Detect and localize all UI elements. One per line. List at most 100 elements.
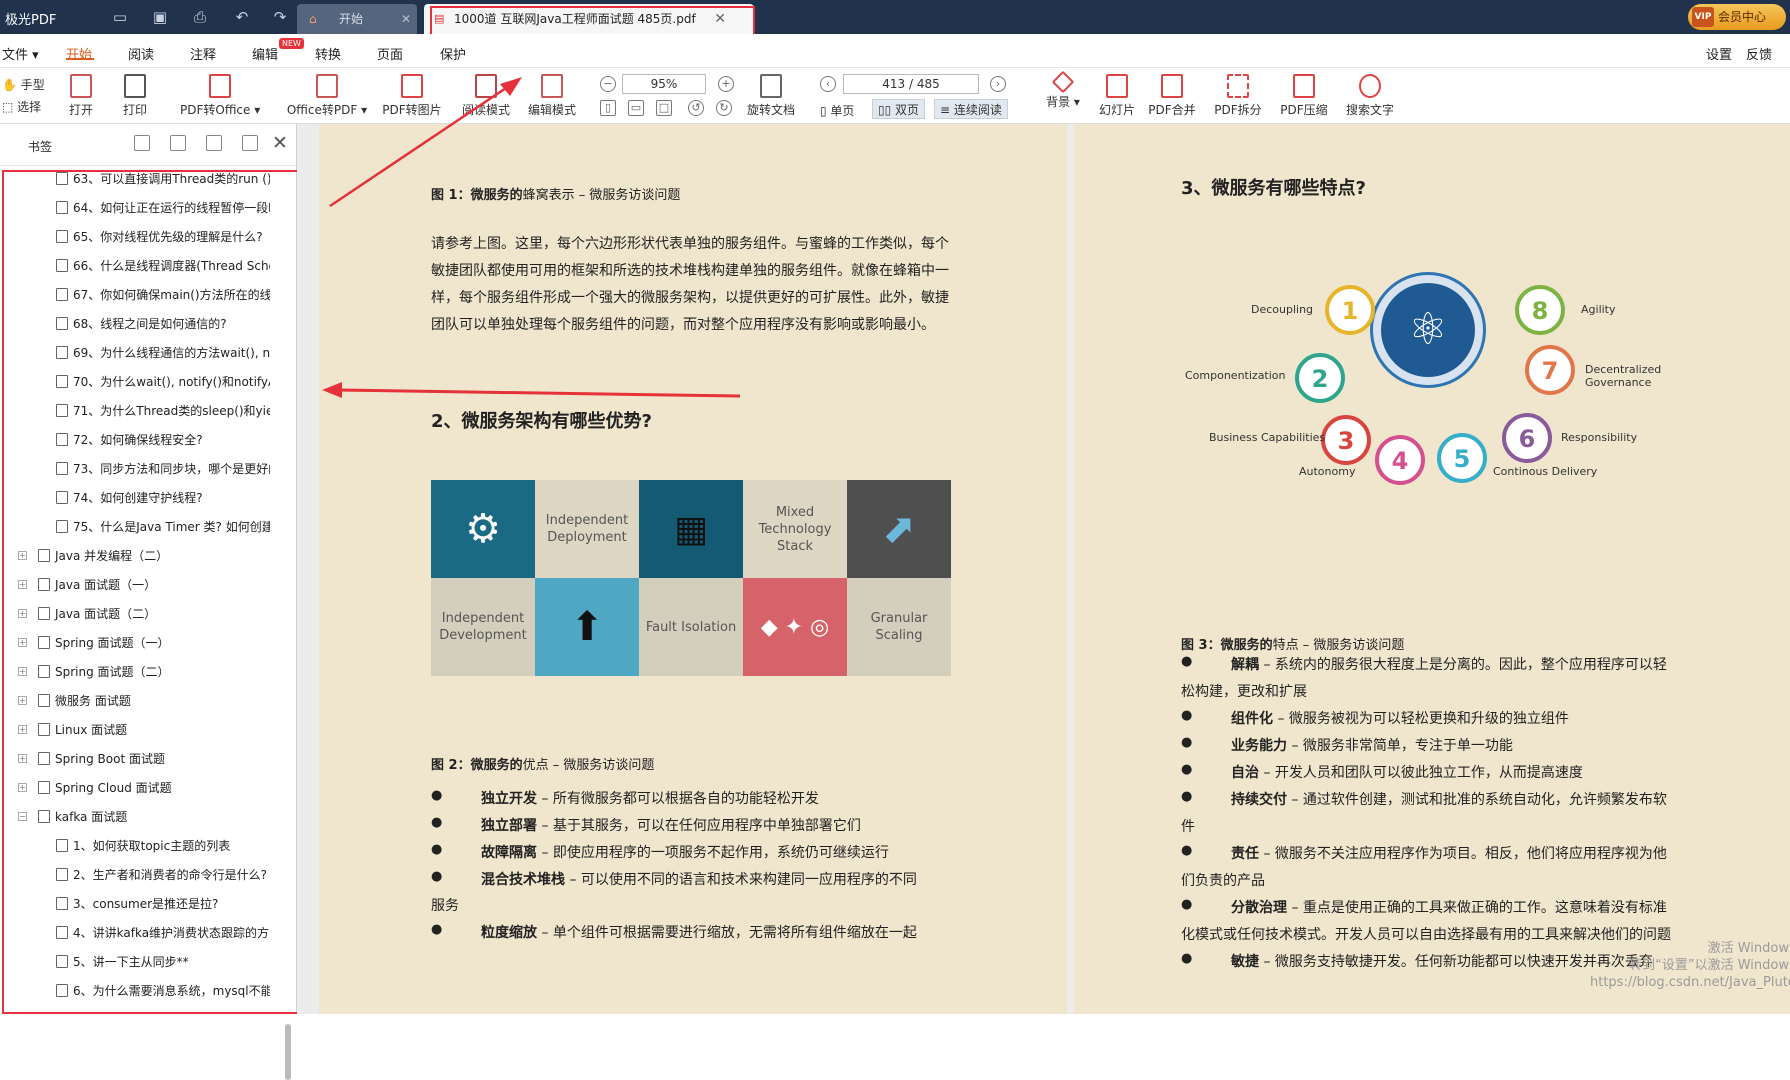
home-icon: ⌂ xyxy=(309,12,317,26)
fig2-caption-text: 优点 – 微服务访谈问题 xyxy=(522,758,655,773)
pdf-merge-label: PDF合并 xyxy=(1148,103,1196,117)
hand-tool-label: 手型 xyxy=(20,78,45,92)
vip-center-button[interactable]: VIP 会员中心 xyxy=(1688,4,1786,30)
rotate-document-label: 旋转文档 xyxy=(746,103,795,117)
watermark-line-3: https://blog.csdn.net/Java_Pluto xyxy=(1590,975,1790,990)
fig1-caption-bold: 图 1：微服务的 xyxy=(431,188,523,203)
tab-home[interactable]: ⌂ 开始 ✕ xyxy=(297,4,417,34)
pdf-compress-button[interactable]: PDF压缩 xyxy=(1276,74,1332,118)
section-heading-characteristics: 3、微服务有哪些特点? xyxy=(1181,178,1366,199)
tile-icon-grid: ▦ xyxy=(639,480,743,578)
menu-item-protect[interactable]: 保护 xyxy=(440,44,466,63)
characteristic-term: 组件化 xyxy=(1231,711,1273,727)
slides-label: 幻灯片 xyxy=(1098,103,1135,117)
single-page-button[interactable]: ▯ 单页 xyxy=(820,102,854,119)
background-button[interactable]: 背景 ▾ xyxy=(1042,70,1084,110)
fig3-caption-bold: 图 3：微服务的 xyxy=(1181,638,1273,653)
menu-feedback[interactable]: 反馈 xyxy=(1746,44,1772,63)
read-mode-button[interactable]: 阅读模式 xyxy=(458,74,514,118)
pdf-to-image-icon xyxy=(401,74,423,98)
menu-item-edit[interactable]: 编辑 xyxy=(252,44,278,63)
actual-size-icon[interactable]: □ xyxy=(656,100,672,116)
characteristic-desc: – 微服务不关注应用程序作为项目。相反，他们将应用程序视为他 xyxy=(1259,846,1667,862)
upload-icon: ⬆ xyxy=(570,603,604,650)
zoom-field[interactable]: 95% xyxy=(622,74,706,94)
rotate-document-icon xyxy=(760,74,782,98)
slides-button[interactable]: 幻灯片 xyxy=(1096,74,1138,118)
bookmark-scrollbar[interactable] xyxy=(285,1024,291,1080)
print-icon[interactable]: ⎙ xyxy=(190,7,210,27)
redo-icon[interactable]: ↷ xyxy=(270,7,290,27)
pdf-to-image-button[interactable]: PDF转图片 xyxy=(382,74,442,118)
characteristic-item: ● 组件化 – 微服务被视为可以轻松更换和升级的独立组件 xyxy=(1181,708,1569,728)
bookmark-panel-title: 书签 xyxy=(28,140,53,154)
menu-item-page[interactable]: 页面 xyxy=(377,44,403,63)
save-icon[interactable]: ▣ xyxy=(150,7,170,27)
characteristic-item: ● 分散治理 – 重点是使用正确的工具来做正确的工作。这意味着没有标准 xyxy=(1181,897,1667,917)
pdf-split-button[interactable]: PDF拆分 xyxy=(1210,74,1266,118)
continuous-read-button[interactable]: ≡ 连续阅读 xyxy=(934,99,1008,119)
add-bookmark-icon[interactable] xyxy=(206,135,222,151)
collapse-all-icon[interactable] xyxy=(170,135,186,151)
rotate-right-icon[interactable]: ↻ xyxy=(716,100,732,116)
menu-bar: 文件 ▾ 开始 阅读 注释 编辑 NEW 转换 页面 保护 设置 反馈 xyxy=(0,34,1790,68)
microservices-hub-icon: ⚛ xyxy=(1373,275,1483,385)
delete-bookmark-icon[interactable] xyxy=(242,135,258,151)
close-tab-icon[interactable]: ✕ xyxy=(401,4,411,34)
menu-item-read[interactable]: 阅读 xyxy=(128,44,154,63)
expand-all-icon[interactable] xyxy=(134,135,150,151)
read-mode-icon xyxy=(475,74,497,98)
fig1-paragraph: 请参考上图。这里，每个六边形形状代表单独的服务组件。与蜜蜂的工作类似，每个敏捷团… xyxy=(431,236,949,333)
pdf-merge-button[interactable]: PDF合并 xyxy=(1144,74,1200,118)
zoom-in-icon[interactable]: + xyxy=(718,76,734,92)
pdf-merge-icon xyxy=(1161,74,1183,98)
next-page-icon[interactable]: › xyxy=(990,76,1006,92)
fig2-caption: 图 2：微服务的优点 – 微服务访谈问题 xyxy=(431,754,654,773)
bullet-dot: ● xyxy=(431,869,443,884)
toolbar: ✋ 手型 ⬚ 选择 打开 打印 PDF转Office ▾ Office转PDF … xyxy=(0,68,1790,124)
read-mode-label: 阅读模式 xyxy=(461,103,510,117)
open-button[interactable]: 打开 xyxy=(66,74,96,118)
double-page-button[interactable]: ▯▯ 双页 xyxy=(872,99,926,119)
prev-page-icon[interactable]: ‹ xyxy=(820,76,836,92)
office-to-pdf-icon xyxy=(316,74,338,98)
search-text-button[interactable]: 搜索文字 xyxy=(1342,74,1398,118)
feature-number: 1 xyxy=(1325,285,1375,335)
advantage-term: 独立部署 xyxy=(481,818,537,834)
pdf-to-office-button[interactable]: PDF转Office ▾ xyxy=(180,74,260,118)
hand-tool[interactable]: ✋ 手型 xyxy=(2,76,45,93)
page-number-field[interactable]: 413 / 485 xyxy=(843,74,979,94)
menu-item-annotate[interactable]: 注释 xyxy=(190,44,216,63)
feature-label: Decentralized Governance xyxy=(1585,363,1662,389)
bullet-dot: ● xyxy=(1181,708,1193,723)
annotation-box-sidebar xyxy=(2,170,299,1014)
edit-mode-button[interactable]: 编辑模式 xyxy=(524,74,580,118)
tile-icon-upload: ⬆ xyxy=(535,578,639,676)
print-button[interactable]: 打印 xyxy=(120,74,150,118)
fit-page-icon[interactable]: ▯ xyxy=(600,100,616,116)
characteristic-term: 业务能力 xyxy=(1231,738,1287,754)
background-text: 背景 xyxy=(1046,95,1071,109)
select-tool[interactable]: ⬚ 选择 xyxy=(2,98,41,115)
rotate-left-icon[interactable]: ↺ xyxy=(688,100,704,116)
office-to-pdf-button[interactable]: Office转PDF ▾ xyxy=(285,74,369,118)
menu-file-label: 文件 xyxy=(2,48,29,63)
advantage-term: 独立开发 xyxy=(481,791,537,807)
feature-label: Decoupling xyxy=(1251,303,1314,316)
fit-width-icon[interactable]: ▭ xyxy=(628,100,644,116)
bullet-dot: ● xyxy=(1181,843,1193,858)
menu-settings[interactable]: 设置 xyxy=(1706,44,1732,63)
open-folder-icon[interactable]: ▭ xyxy=(110,7,130,27)
undo-icon[interactable]: ↶ xyxy=(232,7,252,27)
menu-item-start[interactable]: 开始 xyxy=(66,44,92,63)
menu-file[interactable]: 文件 ▾ xyxy=(2,44,39,63)
zoom-out-icon[interactable]: − xyxy=(600,76,616,92)
characteristic-desc: – 重点是使用正确的工具来做正确的工作。这意味着没有标准 xyxy=(1287,900,1667,916)
rotate-document-button[interactable]: 旋转文档 xyxy=(742,74,800,118)
close-panel-icon[interactable]: ✕ xyxy=(272,132,288,154)
background-label: 背景 ▾ xyxy=(1046,95,1080,109)
characteristic-wrap: 们负责的产品 xyxy=(1181,873,1265,889)
menu-item-convert[interactable]: 转换 xyxy=(315,44,341,63)
advantage-term: 粒度缩放 xyxy=(481,925,537,941)
pdf-compress-icon xyxy=(1293,74,1315,98)
